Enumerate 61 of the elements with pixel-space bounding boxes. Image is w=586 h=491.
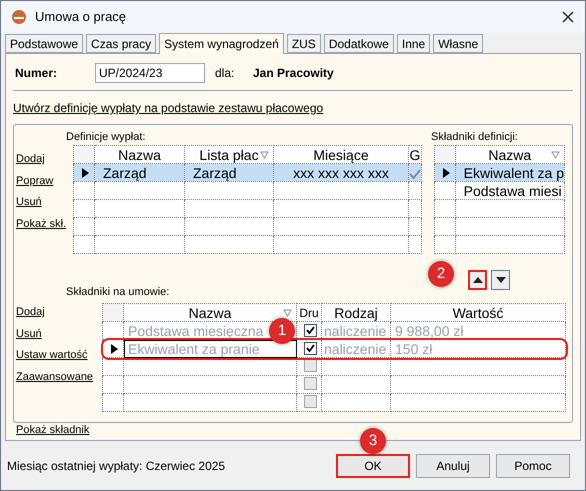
table-row[interactable]: Podstawa miesi xyxy=(434,182,564,200)
link[interactable]: Usuń xyxy=(16,326,42,342)
checkbox[interactable] xyxy=(304,342,317,354)
link[interactable]: Pokaż skł. xyxy=(16,216,66,232)
tab[interactable]: Inne xyxy=(396,34,430,53)
section-label: Definicje wypłat: xyxy=(66,130,146,145)
row-pointer-icon xyxy=(441,166,451,178)
field-label: dla: xyxy=(215,65,236,82)
number-field[interactable]: UP/2024/23 xyxy=(95,63,205,83)
link[interactable]: Pokaż składnik xyxy=(16,422,90,438)
row-pointer-icon xyxy=(80,166,90,178)
link[interactable]: Ustaw wartość xyxy=(16,347,88,364)
column-header[interactable]: G xyxy=(410,146,420,162)
table-cell: Podstawa miesi xyxy=(464,182,562,198)
tab[interactable]: Własne xyxy=(433,34,484,53)
table-cell: 9 988,00 zł xyxy=(395,322,464,338)
tab[interactable]: Podstawowe xyxy=(5,34,84,53)
field-label: Numer: xyxy=(14,65,58,82)
status-text: Miesiąc ostatniej wypłaty: Czerwiec 2025 xyxy=(7,458,226,475)
close-icon xyxy=(561,10,575,24)
link[interactable]: Popraw xyxy=(16,172,54,189)
table-cell: 150 zł xyxy=(395,340,432,356)
check-icon xyxy=(305,342,316,354)
tab[interactable]: System wynagrodzeń xyxy=(159,33,284,54)
dialog-button[interactable]: OK xyxy=(336,454,410,478)
sort-icon xyxy=(283,309,292,317)
tab[interactable]: Dodatkowe xyxy=(324,34,394,53)
move-down-button[interactable] xyxy=(491,270,510,290)
section-label: Składniki na umowie: xyxy=(66,285,170,300)
employee-name: Jan Pracowity xyxy=(253,65,334,82)
table-cell: Ekwiwalent za p xyxy=(464,164,564,180)
checkbox[interactable] xyxy=(304,324,317,336)
tab[interactable]: Czas pracy xyxy=(86,34,156,53)
link[interactable]: Dodaj xyxy=(16,151,45,168)
move-up-button[interactable] xyxy=(468,270,487,290)
sort-icon xyxy=(260,151,269,159)
table-cell: Zarząd xyxy=(103,164,147,180)
table-cell: xxx xxx xxx xxx xyxy=(293,164,389,180)
table-row[interactable]: Ekwiwalent za p xyxy=(434,164,564,182)
link[interactable]: Usuń xyxy=(16,194,42,210)
table-cell: naliczenie xyxy=(324,322,386,338)
table-row[interactable]: Zarząd Zarząd xxx xxx xxx xxx xyxy=(74,164,422,182)
arrow-up-icon xyxy=(472,276,483,284)
table-cell: naliczenie xyxy=(324,340,386,356)
sort-icon xyxy=(551,151,560,159)
window-title: Umowa o pracę xyxy=(35,8,128,26)
row-pointer-icon xyxy=(109,342,119,354)
section-label: Składniki definicji: xyxy=(431,130,519,145)
app-logo-icon xyxy=(11,9,27,25)
table-cell: Ekwiwalent za pranie xyxy=(128,340,260,356)
arrow-down-icon xyxy=(495,276,506,284)
check-icon xyxy=(305,324,316,336)
table-cell: Zarząd xyxy=(193,164,237,180)
dialog-button[interactable]: Anuluj xyxy=(416,454,490,478)
link[interactable]: Zaawansowane xyxy=(16,368,94,385)
step-badge: 3 xyxy=(360,428,386,454)
tab[interactable]: ZUS xyxy=(286,34,321,53)
link[interactable]: Dodaj xyxy=(16,304,45,320)
link[interactable]: Utwórz definicję wypłaty na podstawie zestawu płacowego xyxy=(13,101,324,115)
table-cell: Podstawa miesięczna xyxy=(128,322,264,338)
dialog-button[interactable]: Pomoc xyxy=(496,454,570,478)
